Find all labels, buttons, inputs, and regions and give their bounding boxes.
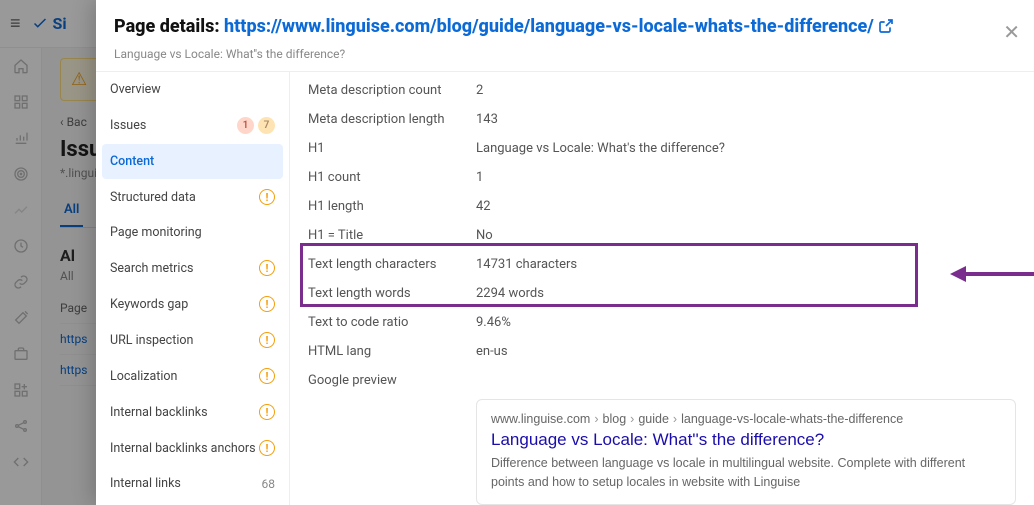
detail-label: H1 length [308, 199, 476, 214]
warning-icon: ! [259, 332, 275, 348]
nav-item-extlinks[interactable]: External links4 [96, 501, 289, 505]
modal-url-text: https://www.linguise.com/blog/guide/lang… [224, 16, 874, 37]
google-preview-desc: Difference between language vs locale in… [491, 454, 1001, 492]
detail-label: Text length characters [308, 257, 476, 272]
nav-item-label: Page monitoring [110, 225, 202, 240]
detail-row: HTML langen-us [290, 337, 1034, 366]
nav-item-label: Localization [110, 369, 177, 384]
detail-value: en-us [476, 344, 1016, 359]
nav-item-label: Internal backlinks [110, 405, 208, 420]
nav-item-overview[interactable]: Overview [96, 72, 289, 107]
detail-row: Meta description length143 [290, 105, 1034, 134]
nav-badge: 1 [237, 117, 254, 134]
modal-title-prefix: Page details: [114, 16, 224, 37]
nav-item-label: Issues [110, 118, 146, 133]
detail-row: H1 count1 [290, 163, 1034, 192]
nav-item-label: Content [110, 154, 154, 169]
detail-label: Text length words [308, 286, 476, 301]
nav-item-intbacklinksanch[interactable]: Internal backlinks anchors! [96, 430, 289, 466]
nav-item-monitoring[interactable]: Page monitoring [96, 215, 289, 250]
modal-subtitle: Language vs Locale: What''s the differen… [114, 47, 998, 61]
nav-item-issues[interactable]: Issues 17 [96, 107, 289, 144]
detail-value: Language vs Locale: What's the differenc… [476, 141, 1016, 156]
detail-label: Google preview [308, 373, 476, 388]
detail-label: Meta description count [308, 83, 476, 98]
modal-title: Page details: https://www.linguise.com/b… [114, 14, 998, 41]
detail-row: H1 length42 [290, 192, 1034, 221]
nav-item-label: Internal links [110, 476, 181, 491]
detail-value: 2 [476, 83, 1016, 98]
nav-item-urlinspect[interactable]: URL inspection! [96, 322, 289, 358]
modal-url-link[interactable]: https://www.linguise.com/blog/guide/lang… [224, 16, 894, 37]
detail-value: 143 [476, 112, 1016, 127]
nav-item-label: Overview [110, 82, 161, 97]
detail-label: H1 [308, 141, 476, 156]
modal-header: Page details: https://www.linguise.com/b… [96, 0, 1034, 72]
nav-item-intlinks[interactable]: Internal links 68 [96, 466, 289, 501]
detail-row: Text length words2294 words [290, 279, 1034, 308]
google-preview-card: www.linguise.com›blog›guide›language-vs-… [476, 399, 1016, 505]
nav-item-search[interactable]: Search metrics! [96, 250, 289, 286]
detail-row: Text to code ratio9.46% [290, 308, 1034, 337]
detail-value [476, 373, 1016, 388]
nav-item-intbacklinks[interactable]: Internal backlinks! [96, 394, 289, 430]
nav-item-label: Search metrics [110, 261, 193, 276]
nav-item-structured[interactable]: Structured data! [96, 179, 289, 215]
detail-value: 1 [476, 170, 1016, 185]
modal-detail: Meta description count2Meta description … [290, 72, 1034, 505]
warning-icon: ! [259, 368, 275, 384]
warning-icon: ! [259, 440, 275, 456]
nav-item-label: Internal backlinks anchors [110, 441, 256, 456]
detail-value: 9.46% [476, 315, 1016, 330]
detail-label: H1 = Title [308, 228, 476, 243]
detail-label: HTML lang [308, 344, 476, 359]
detail-row: H1 = TitleNo [290, 221, 1034, 250]
detail-value: 2294 words [476, 286, 1016, 301]
nav-badge: 7 [258, 117, 275, 134]
modal-nav: Overview Issues 17 Content Structured data! P… [96, 72, 290, 505]
detail-row: H1Language vs Locale: What's the differe… [290, 134, 1034, 163]
external-link-icon [878, 16, 894, 41]
warning-icon: ! [259, 189, 275, 205]
nav-item-content[interactable]: Content [102, 144, 283, 179]
page-details-modal: Page details: https://www.linguise.com/b… [96, 0, 1034, 505]
nav-item-keywords[interactable]: Keywords gap! [96, 286, 289, 322]
nav-count: 68 [262, 477, 276, 491]
google-preview-title: Language vs Locale: What''s the differen… [491, 430, 1001, 450]
warning-icon: ! [259, 404, 275, 420]
detail-value: 14731 characters [476, 257, 1016, 272]
nav-item-label: URL inspection [110, 333, 193, 348]
warning-icon: ! [259, 260, 275, 276]
modal-body: OverviewIssues17ContentStructured data!P… [96, 72, 1034, 505]
nav-item-label: Structured data [110, 190, 196, 205]
detail-value: No [476, 228, 1016, 243]
warning-icon: ! [259, 296, 275, 312]
detail-label: Text to code ratio [308, 315, 476, 330]
detail-row: Meta description count2 [290, 76, 1034, 105]
detail-label: H1 count [308, 170, 476, 185]
google-preview-breadcrumb: www.linguise.com›blog›guide›language-vs-… [491, 412, 1001, 426]
nav-item-localization[interactable]: Localization! [96, 358, 289, 394]
close-button[interactable]: ✕ [1003, 20, 1020, 44]
detail-row: Text length characters14731 characters [290, 250, 1034, 279]
nav-badges: 17 [237, 117, 275, 134]
detail-row: Google preview [290, 366, 1034, 395]
nav-item-label: Keywords gap [110, 297, 188, 312]
detail-label: Meta description length [308, 112, 476, 127]
detail-value: 42 [476, 199, 1016, 214]
